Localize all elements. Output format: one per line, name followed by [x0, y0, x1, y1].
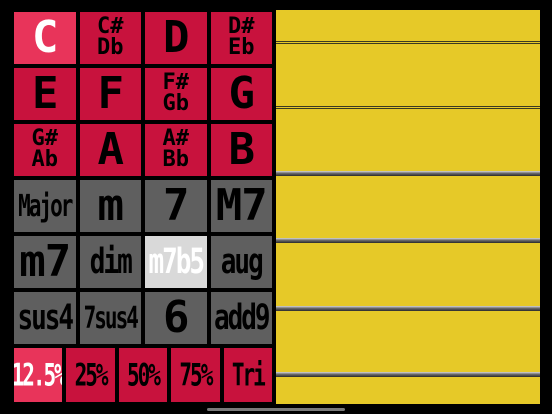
quality-key-m7[interactable]: m7	[12, 234, 78, 290]
duty-key-25pct[interactable]: 25%	[64, 346, 117, 404]
duty-key-label: 50%	[127, 356, 161, 393]
note-key-gsharp-ab[interactable]: G# Ab	[12, 122, 78, 178]
duty-key-tri[interactable]: Tri	[221, 346, 274, 404]
string-line	[276, 171, 540, 176]
string-line	[276, 41, 540, 42]
note-key-g[interactable]: G	[208, 66, 274, 122]
quality-key-label: m7	[19, 236, 71, 287]
string-line	[276, 372, 540, 377]
string-line	[276, 306, 540, 311]
duty-key-50pct[interactable]: 50%	[116, 346, 170, 404]
quality-key-label: 6	[163, 292, 189, 343]
string-line	[276, 238, 540, 243]
note-key-label: F	[97, 68, 124, 119]
note-key-label: C# Db	[97, 14, 124, 60]
quality-key-7sus4[interactable]: 7sus4	[77, 290, 143, 346]
note-key-c[interactable]: C	[12, 10, 78, 66]
quality-key-m[interactable]: m	[77, 178, 143, 234]
quality-key-m7[interactable]: M7	[208, 178, 274, 234]
note-key-fsharp-gb[interactable]: F# Gb	[143, 66, 209, 122]
quality-key-label: sus4	[17, 297, 74, 339]
note-key-d[interactable]: D	[143, 10, 209, 66]
quality-key-label: m	[97, 180, 124, 231]
strum-area[interactable]	[276, 10, 540, 404]
note-key-label: A	[97, 124, 124, 175]
quality-key-label: Major	[18, 187, 73, 223]
note-key-label: G# Ab	[31, 126, 59, 172]
note-key-label: B	[228, 124, 255, 175]
quality-key-label: aug	[220, 241, 264, 283]
quality-key-dim[interactable]: dim	[77, 234, 143, 290]
note-key-label: C	[32, 12, 58, 63]
quality-key-add9[interactable]: add9	[208, 290, 274, 346]
quality-key-label: M7	[215, 180, 268, 231]
quality-key-6[interactable]: 6	[143, 290, 209, 346]
note-key-e[interactable]: E	[12, 66, 78, 122]
note-key-label: G	[228, 68, 255, 119]
note-key-dsharp-eb[interactable]: D# Eb	[208, 10, 274, 66]
note-key-label: F# Gb	[162, 70, 190, 116]
chord-selector: C C# Db D D# Eb E F F# Gb G G# Ab A A# Bb B Major m 7 M…	[12, 10, 274, 404]
string-line	[276, 43, 540, 44]
note-key-b[interactable]: B	[208, 122, 274, 178]
note-key-label: D	[163, 12, 189, 63]
quality-key-label: add9	[213, 297, 271, 339]
string-line	[276, 108, 540, 109]
note-key-f[interactable]: F	[77, 66, 143, 122]
duty-key-label: Tri	[231, 356, 266, 393]
quality-key-major[interactable]: Major	[12, 178, 78, 234]
note-key-csharp-db[interactable]: C# Db	[77, 10, 143, 66]
note-key-asharp-bb[interactable]: A# Bb	[143, 122, 209, 178]
duty-key-label: 75%	[179, 356, 213, 393]
quality-key-7[interactable]: 7	[143, 178, 209, 234]
home-indicator	[207, 408, 345, 411]
quality-key-label: dim	[89, 241, 133, 283]
duty-key-12-5pct[interactable]: 12.5%	[12, 346, 65, 404]
duty-key-label: 25%	[74, 356, 109, 393]
duty-key-75pct[interactable]: 75%	[169, 346, 222, 404]
quality-key-sus4[interactable]: sus4	[12, 290, 78, 346]
quality-key-label: 7sus4	[83, 299, 139, 335]
quality-key-label: m7b5	[148, 241, 205, 283]
note-key-label: D# Eb	[228, 14, 255, 60]
note-key-label: A# Bb	[162, 126, 190, 172]
string-line	[276, 106, 540, 107]
note-key-label: E	[32, 68, 58, 119]
note-key-a[interactable]: A	[77, 122, 143, 178]
quality-key-label: 7	[163, 180, 189, 231]
quality-key-m7b5[interactable]: m7b5	[143, 234, 209, 290]
quality-key-aug[interactable]: aug	[208, 234, 274, 290]
duty-key-label: 12.5%	[12, 356, 65, 393]
